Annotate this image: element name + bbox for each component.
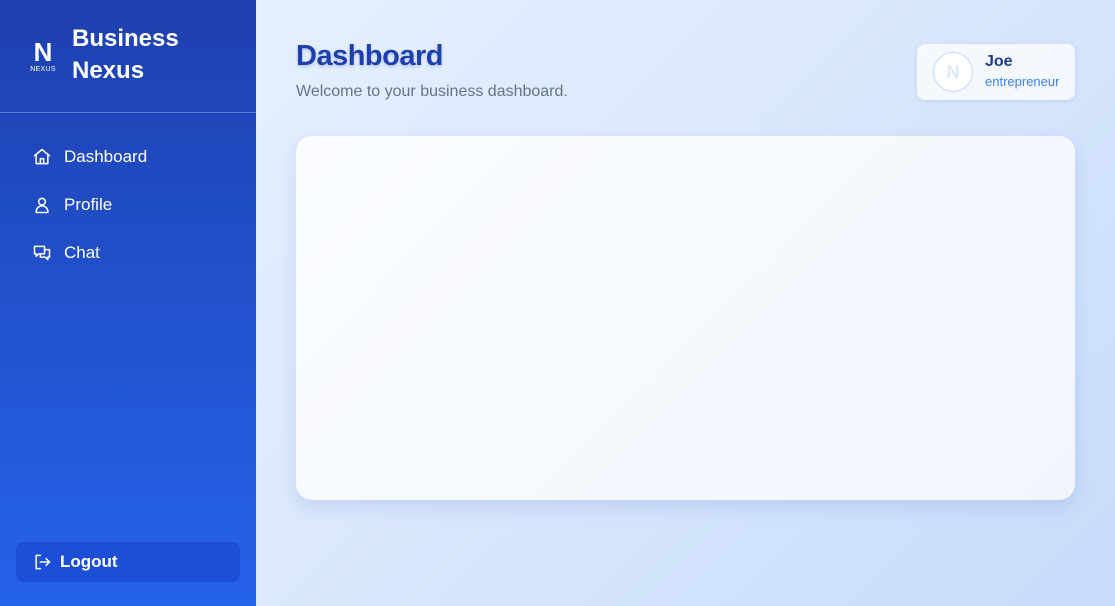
sidebar-item-label: Dashboard bbox=[64, 147, 148, 166]
sidebar-item-chat[interactable]: Chat bbox=[16, 229, 240, 277]
user-icon bbox=[32, 195, 52, 215]
user-profile-card[interactable]: N Joe entrepreneur bbox=[917, 44, 1075, 100]
sidebar-item-dashboard[interactable]: Dashboard bbox=[16, 133, 240, 181]
user-role: entrepreneur bbox=[985, 74, 1060, 89]
logo: N NEXUS bbox=[28, 36, 58, 73]
sidebar-nav: Dashboard Profile Chat bbox=[0, 133, 256, 277]
home-icon bbox=[32, 147, 52, 167]
sidebar-item-label: Profile bbox=[64, 195, 113, 214]
logo-subtext: NEXUS bbox=[30, 65, 56, 73]
page-subtitle: Welcome to your business dashboard. bbox=[296, 83, 568, 100]
logo-letter: N bbox=[33, 36, 53, 67]
avatar: N bbox=[933, 52, 973, 92]
brand-header: N NEXUS Business Nexus bbox=[0, 0, 256, 113]
logout-label: Logout bbox=[60, 552, 118, 571]
logout-button[interactable]: Logout bbox=[16, 542, 240, 582]
sidebar-item-profile[interactable]: Profile bbox=[16, 181, 240, 229]
sidebar-item-label: Chat bbox=[64, 243, 100, 262]
brand-name: Business Nexus bbox=[72, 23, 179, 87]
page-title: Dashboard bbox=[296, 40, 443, 72]
user-name: Joe bbox=[985, 53, 1013, 70]
dashboard-content-card bbox=[296, 136, 1075, 500]
logout-icon bbox=[32, 552, 52, 572]
sidebar: N NEXUS Business Nexus Dashboard Profile bbox=[0, 0, 256, 606]
chat-icon bbox=[32, 243, 52, 263]
brand-name-line2: Nexus bbox=[72, 57, 145, 84]
user-info: Joe entrepreneur bbox=[985, 53, 1059, 91]
brand-name-line1: Business bbox=[72, 25, 179, 52]
